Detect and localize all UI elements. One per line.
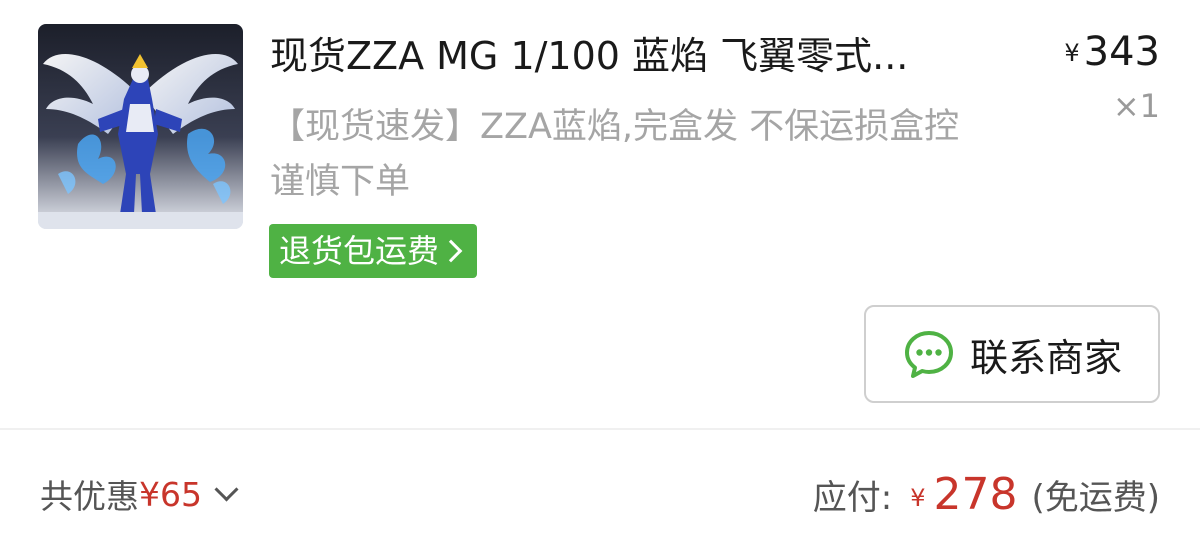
price-currency: ¥	[1064, 39, 1080, 67]
contact-merchant-label: 联系商家	[969, 335, 1122, 380]
section-divider	[0, 428, 1200, 430]
chat-bubble-icon	[904, 331, 953, 378]
payable-currency: ¥	[910, 484, 926, 512]
return-shipping-label: 退货包运费	[279, 232, 440, 270]
discount-label: 共优惠	[40, 477, 139, 516]
return-shipping-tag[interactable]: 退货包运费	[269, 224, 478, 278]
gundam-figure-image	[38, 24, 243, 229]
discount-summary[interactable]: 共优惠 ¥65	[40, 466, 239, 522]
price-amount: 343	[1083, 29, 1160, 75]
payable-summary: 应付: ¥ 278 (免运费)	[813, 462, 1160, 526]
product-title[interactable]: 现货ZZA MG 1/100 蓝焰 飞翼零式...	[270, 28, 1010, 84]
chevron-right-icon	[439, 239, 463, 263]
discount-value: ¥65	[139, 474, 202, 514]
product-quantity: ×1	[1112, 87, 1160, 125]
order-item-card: 现货ZZA MG 1/100 蓝焰 飞翼零式... ¥343 ×1 【现货速发】…	[0, 0, 1200, 546]
product-subtitle: 【现货速发】ZZA蓝焰,完盒发 不保运损盒控谨慎下单	[270, 107, 960, 202]
contact-merchant-button[interactable]: 联系商家	[864, 305, 1160, 403]
payable-label: 应付:	[812, 477, 893, 518]
free-shipping-note: (免运费)	[1031, 477, 1160, 518]
chevron-down-icon	[214, 476, 239, 502]
product-price: ¥343	[1064, 26, 1160, 78]
product-thumbnail[interactable]	[38, 24, 243, 229]
payable-amount: 278	[933, 468, 1018, 520]
